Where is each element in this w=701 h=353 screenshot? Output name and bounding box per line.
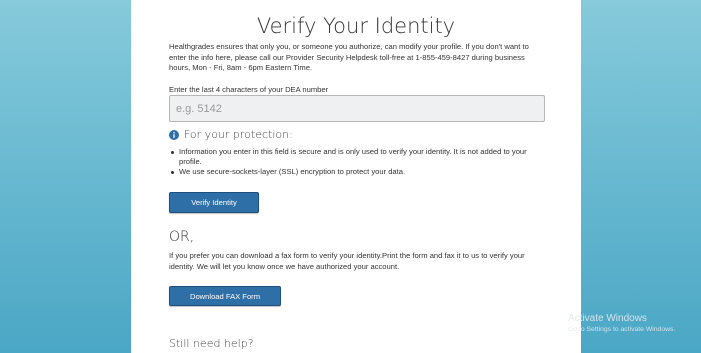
dea-label: Enter the last 4 characters of your DEA … xyxy=(169,85,329,94)
info-icon xyxy=(169,129,179,140)
or-label: OR, xyxy=(169,229,195,245)
protection-list: Information you enter in this field is s… xyxy=(169,147,549,177)
list-item: We use secure-sockets-layer (SSL) encryp… xyxy=(169,167,549,177)
list-item: Information you enter in this field is s… xyxy=(169,147,549,167)
dea-input[interactable] xyxy=(169,95,545,122)
page-title: Verify Your Identity xyxy=(256,14,456,38)
content-panel: Verify Your Identity Healthgrades ensure… xyxy=(131,0,581,353)
activate-windows-watermark: Activate Windows Go to Settings to activ… xyxy=(568,313,675,334)
still-need-help-heading: Still need help? xyxy=(169,337,254,350)
watermark-subtitle: Go to Settings to activate Windows. xyxy=(568,326,676,333)
fax-text: If you prefer you can download a fax for… xyxy=(169,251,525,271)
download-fax-form-button[interactable]: Download FAX Form xyxy=(169,286,281,306)
intro-text: Healthgrades ensures that only you, or s… xyxy=(169,42,529,73)
protection-heading: For your protection: xyxy=(169,128,293,141)
watermark-title: Activate Windows xyxy=(568,313,647,324)
protection-label: For your protection: xyxy=(184,128,293,141)
verify-identity-button[interactable]: Verify Identity xyxy=(169,192,259,213)
